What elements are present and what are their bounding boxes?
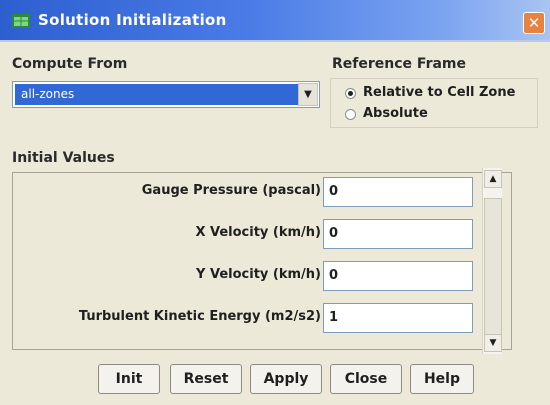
scroll-up-icon[interactable]: ▲ bbox=[484, 170, 502, 188]
turbulent-kinetic-energy-input[interactable]: 1 bbox=[323, 303, 473, 333]
scroll-down-icon[interactable]: ▼ bbox=[484, 334, 502, 352]
y-velocity-input[interactable]: 0 bbox=[323, 261, 473, 291]
radio-button-selected[interactable] bbox=[345, 88, 356, 99]
initial-values-label: Initial Values bbox=[12, 150, 115, 166]
initial-values-scrollbar[interactable]: ▲ ▼ bbox=[482, 168, 502, 354]
scrollbar-thumb[interactable] bbox=[484, 198, 502, 338]
initial-values-panel: Gauge Pressure (pascal) 0 X Velocity (km… bbox=[12, 172, 512, 350]
compute-from-dropdown[interactable]: all-zones ▼ bbox=[12, 81, 320, 108]
title-bar: Solution Initialization ✕ bbox=[0, 0, 550, 42]
x-velocity-input[interactable]: 0 bbox=[323, 219, 473, 249]
radio-label-relative: Relative to Cell Zone bbox=[363, 85, 516, 100]
window-title: Solution Initialization bbox=[38, 11, 227, 29]
reset-button[interactable]: Reset bbox=[170, 364, 242, 394]
init-button[interactable]: Init bbox=[98, 364, 160, 394]
radio-label-absolute: Absolute bbox=[363, 106, 428, 121]
apply-button[interactable]: Apply bbox=[250, 364, 322, 394]
dropdown-arrow-icon[interactable]: ▼ bbox=[298, 83, 318, 106]
reference-frame-label: Reference Frame bbox=[332, 56, 466, 72]
help-button[interactable]: Help bbox=[410, 364, 474, 394]
compute-from-value: all-zones bbox=[15, 84, 299, 105]
gauge-pressure-label: Gauge Pressure (pascal) bbox=[141, 183, 321, 198]
turbulent-kinetic-energy-label: Turbulent Kinetic Energy (m2/s2) bbox=[78, 309, 321, 324]
gauge-pressure-input[interactable]: 0 bbox=[323, 177, 473, 207]
y-velocity-label: Y Velocity (km/h) bbox=[196, 267, 321, 282]
close-icon: ✕ bbox=[527, 14, 541, 32]
mesh-window-icon bbox=[12, 14, 30, 28]
reference-frame-group: Relative to Cell Zone Absolute bbox=[330, 78, 538, 128]
close-window-button[interactable]: ✕ bbox=[523, 12, 545, 34]
dialog-body: Compute From all-zones ▼ Reference Frame… bbox=[0, 44, 550, 405]
x-velocity-label: X Velocity (km/h) bbox=[195, 225, 321, 240]
radio-button-unselected[interactable] bbox=[345, 109, 356, 120]
close-button[interactable]: Close bbox=[330, 364, 402, 394]
compute-from-label: Compute From bbox=[12, 56, 128, 72]
